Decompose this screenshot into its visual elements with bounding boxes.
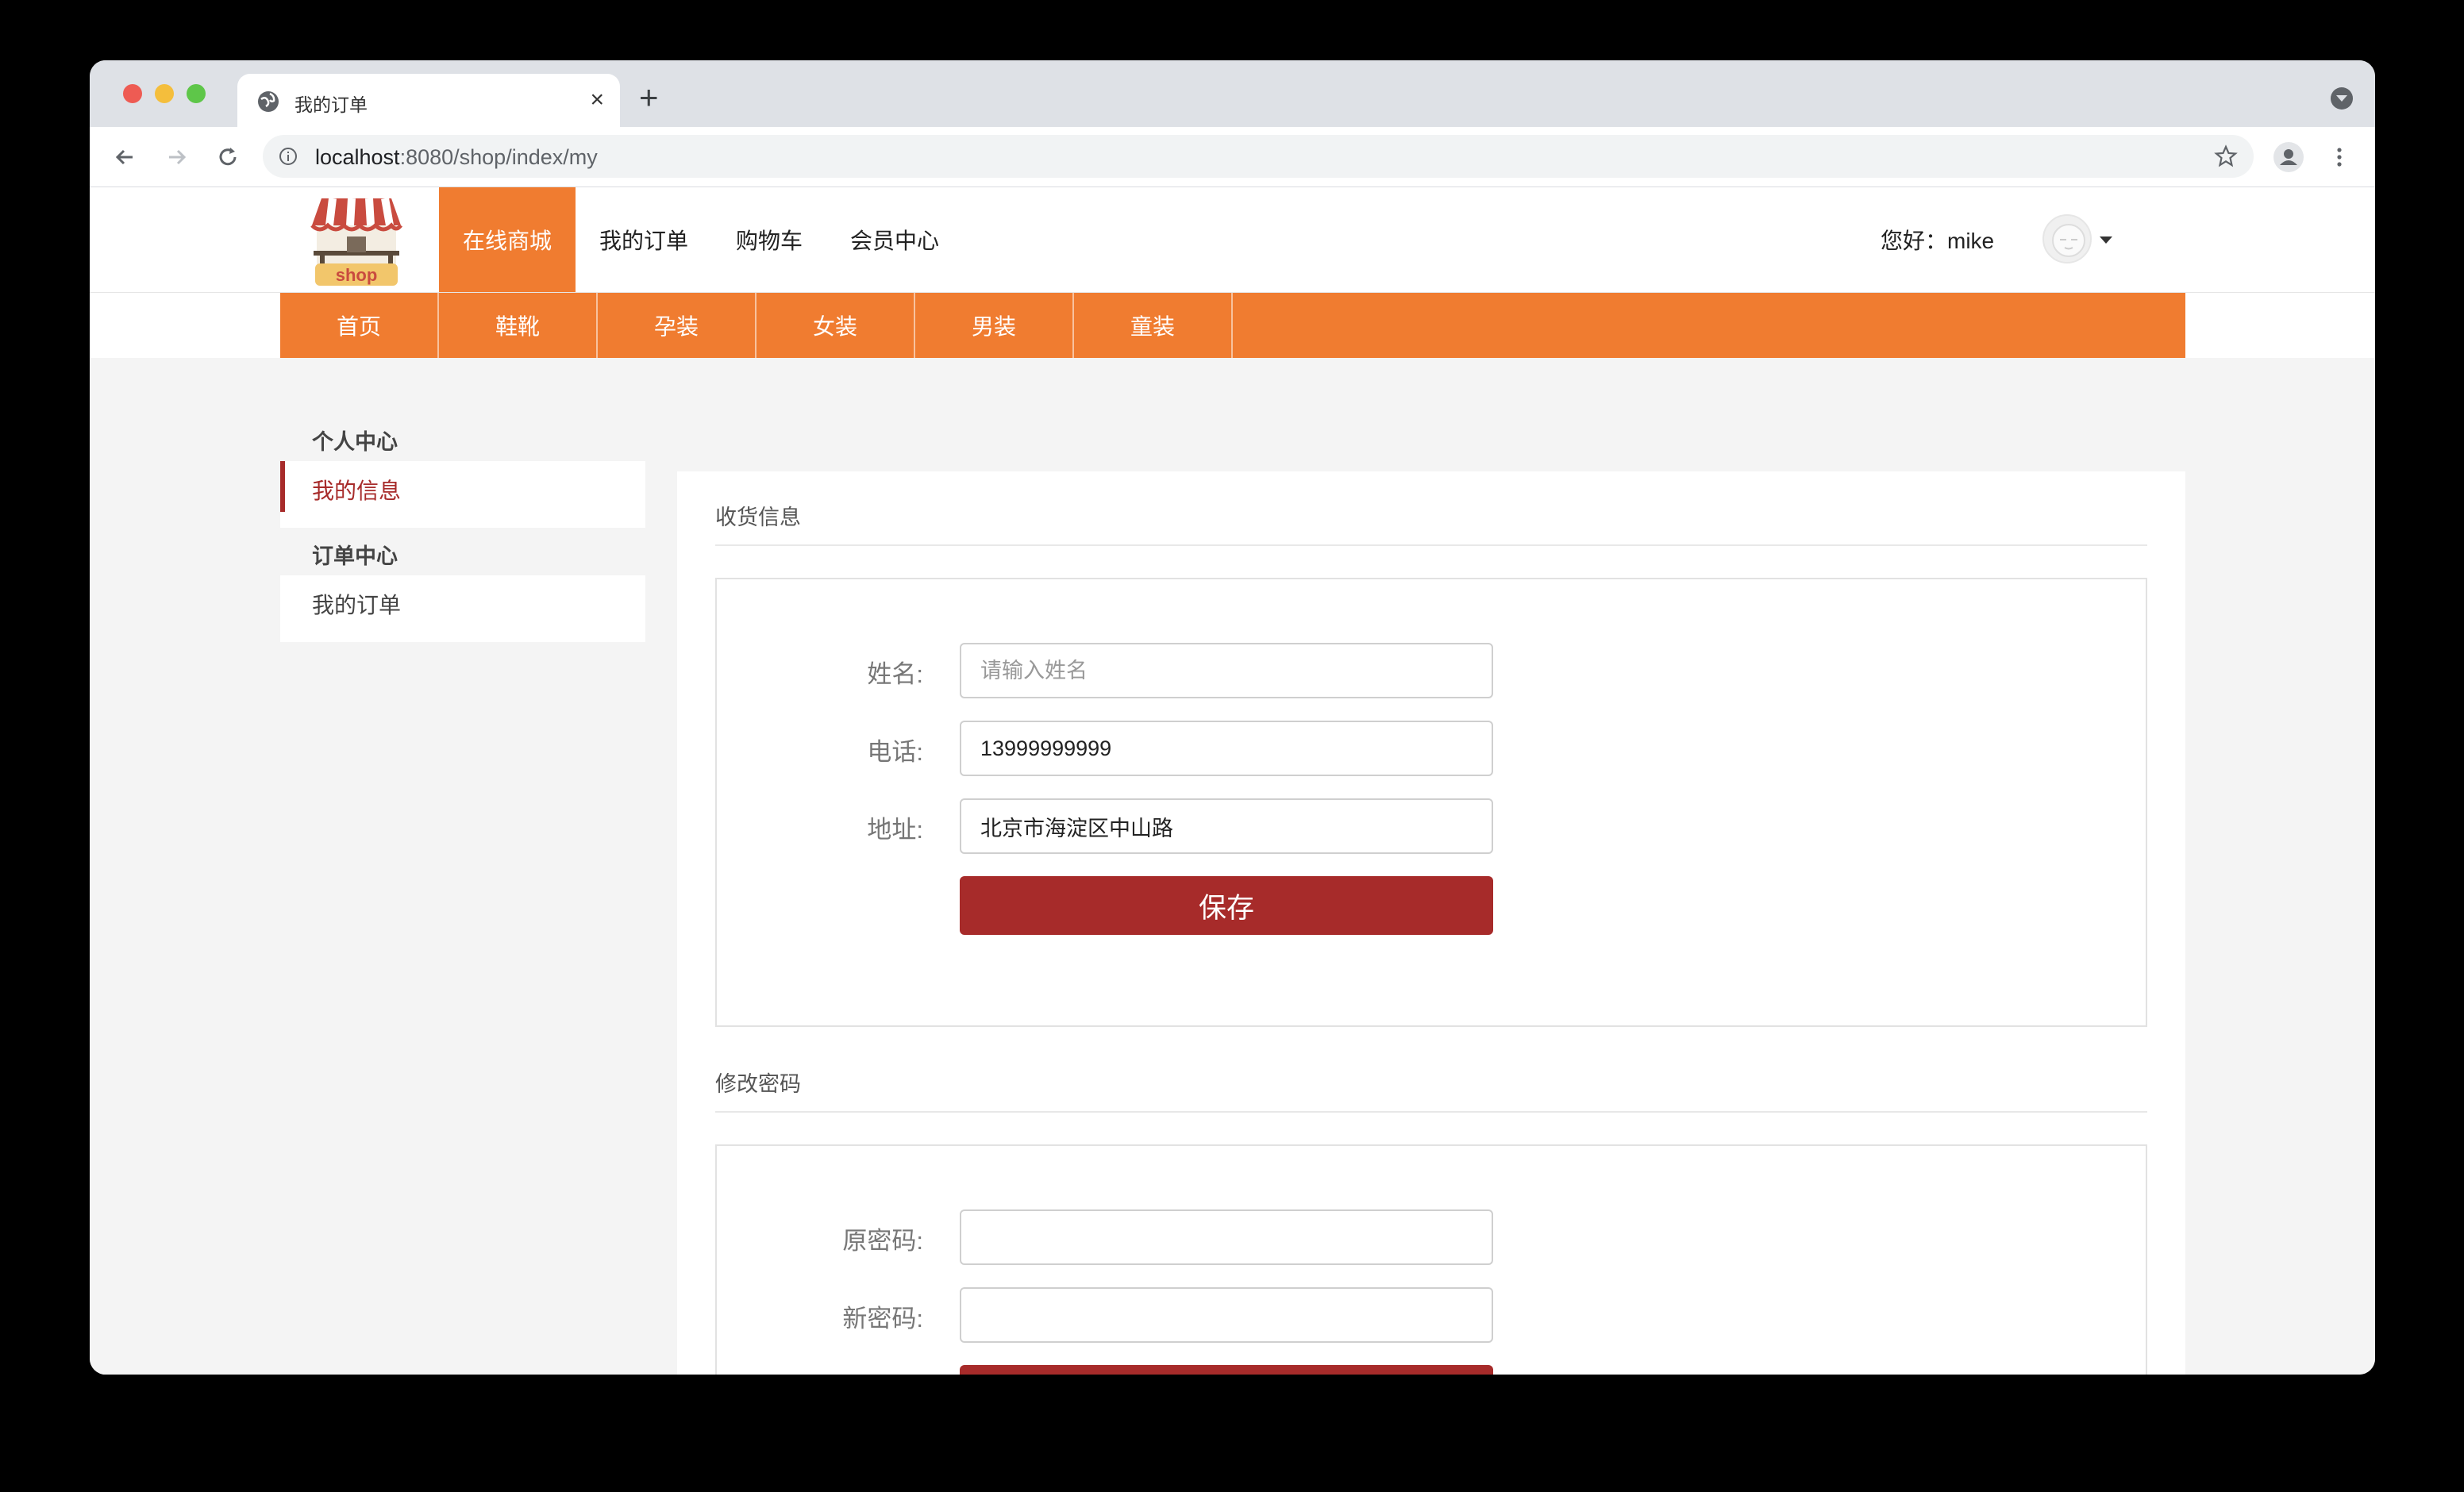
category-maternity[interactable]: 孕装 (598, 293, 757, 358)
category-bar: 首页 鞋靴 孕装 女装 男装 童装 (280, 293, 2185, 358)
old-password-input[interactable] (960, 1209, 1493, 1265)
avatar[interactable] (2042, 214, 2092, 263)
category-home[interactable]: 首页 (280, 293, 439, 358)
phone-row: 电话: (717, 721, 2146, 776)
tab-strip: 我的订单 × + (90, 60, 2375, 127)
password-section-title: 修改密码 (715, 1038, 2147, 1113)
profile-icon[interactable] (2273, 141, 2304, 173)
sidebar-item-my-orders[interactable]: 我的订单 (280, 575, 645, 642)
new-tab-button[interactable]: + (639, 81, 659, 114)
password-form: 原密码: 新密码: 保存 (715, 1144, 2147, 1375)
maximize-window-button[interactable] (187, 84, 206, 103)
info-icon[interactable] (279, 147, 298, 166)
globe-icon (258, 91, 279, 112)
category-shoes[interactable]: 鞋靴 (439, 293, 598, 358)
new-password-input[interactable] (960, 1287, 1493, 1343)
url-text: localhost:8080/shop/index/my (315, 145, 598, 170)
old-password-row: 原密码: (717, 1209, 2146, 1265)
new-password-label: 新密码: (842, 1305, 923, 1332)
new-password-row: 新密码: (717, 1287, 2146, 1343)
sidebar-item-my-info[interactable]: 我的信息 (280, 461, 645, 528)
sidebar-group-personal: 个人中心 (312, 430, 398, 454)
nav-member-center[interactable]: 会员中心 (826, 187, 963, 292)
nav-online-mall[interactable]: 在线商城 (439, 187, 576, 292)
phone-input[interactable] (960, 721, 1493, 776)
browser-window: 我的订单 × + localhost:8080/shop/index/my sh… (90, 60, 2375, 1375)
sidebar-group-orders: 订单中心 (312, 544, 398, 568)
old-password-label: 原密码: (842, 1227, 923, 1255)
close-window-button[interactable] (123, 84, 142, 103)
close-tab-icon[interactable]: × (590, 88, 604, 112)
address-input[interactable] (960, 798, 1493, 854)
sidebar: 个人中心 我的信息 订单中心 我的订单 (280, 413, 645, 642)
url-host: localhost (315, 145, 400, 169)
page-viewport: shop 在线商城 我的订单 购物车 会员中心 您好：mike 首页 鞋靴 孕装… (90, 187, 2375, 1375)
name-label: 姓名: (867, 660, 923, 688)
reload-icon[interactable] (214, 143, 242, 171)
nav-my-orders[interactable]: 我的订单 (576, 187, 712, 292)
minimize-window-button[interactable] (155, 84, 174, 103)
browser-toolbar: localhost:8080/shop/index/my (90, 127, 2375, 187)
save-password-button[interactable]: 保存 (960, 1365, 1493, 1375)
phone-label: 电话: (867, 738, 923, 766)
site-header: shop 在线商城 我的订单 购物车 会员中心 您好：mike (90, 187, 2375, 293)
category-bar-wrapper: 首页 鞋靴 孕装 女装 男装 童装 (90, 293, 2375, 358)
logo-text: shop (336, 265, 378, 285)
shipping-section-title: 收货信息 (715, 471, 2147, 546)
save-shipping-button[interactable]: 保存 (960, 876, 1493, 935)
name-row: 姓名: (717, 643, 2146, 698)
address-label: 地址: (867, 816, 923, 844)
name-input[interactable] (960, 643, 1493, 698)
back-icon[interactable] (110, 143, 139, 171)
tab-search-icon[interactable] (2331, 87, 2353, 110)
avatar-face-icon (2052, 224, 2085, 257)
address-bar[interactable]: localhost:8080/shop/index/my (263, 135, 2254, 178)
url-path: :8080/shop/index/my (399, 145, 598, 169)
main-content: 收货信息 姓名: 电话: 地址: 保存 修改密码 原 (677, 471, 2185, 1375)
nav-cart[interactable]: 购物车 (712, 187, 826, 292)
main-nav: 在线商城 我的订单 购物车 会员中心 (439, 187, 963, 292)
address-row: 地址: (717, 798, 2146, 854)
more-menu-icon[interactable] (2325, 143, 2354, 171)
tab-title: 我的订单 (295, 94, 368, 115)
category-women[interactable]: 女装 (757, 293, 915, 358)
user-greeting: 您好：mike (1881, 229, 1995, 253)
forward-icon[interactable] (163, 143, 191, 171)
category-kids[interactable]: 童装 (1074, 293, 1233, 358)
shipping-form: 姓名: 电话: 地址: 保存 (715, 578, 2147, 1027)
category-men[interactable]: 男装 (915, 293, 1074, 358)
browser-tab[interactable]: 我的订单 × (237, 74, 620, 127)
bookmark-star-icon[interactable] (2214, 144, 2238, 168)
shop-logo[interactable]: shop (302, 195, 410, 287)
chevron-down-icon[interactable] (2100, 236, 2112, 244)
